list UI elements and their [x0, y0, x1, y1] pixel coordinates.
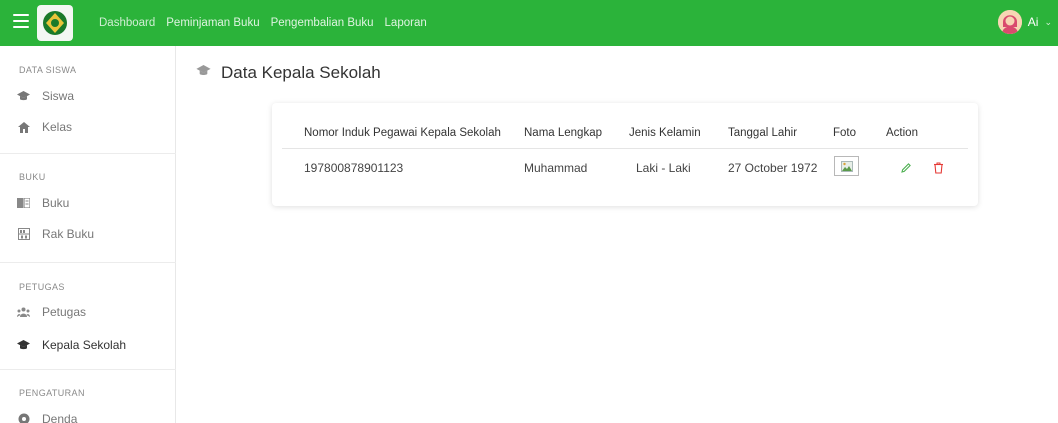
table-header: Nomor Induk Pegawai Kepala Sekolah Nama … [272, 103, 978, 148]
sidebar-item-label: Kepala Sekolah [42, 338, 127, 352]
nav-dashboard[interactable]: Dashboard [99, 17, 155, 29]
sidebar-item-label: Buku [42, 196, 70, 210]
trash-icon [933, 162, 943, 174]
sidebar-item-buku[interactable]: Buku [17, 196, 69, 210]
delete-button[interactable] [931, 161, 945, 175]
sidebar-divider [0, 153, 176, 154]
sidebar-section-pengaturan: PENGATURAN [19, 388, 85, 398]
sidebar-item-denda[interactable]: Denda [17, 412, 77, 423]
sidebar-section-data-siswa: DATA SISWA [19, 65, 77, 75]
graduation-cap-icon [17, 339, 30, 352]
user-menu[interactable]: Ai ⌄ [997, 10, 1052, 34]
sidebar-item-label: Siswa [42, 89, 75, 103]
main-nav: Dashboard Peminjaman Buku Pengembalian B… [99, 0, 427, 46]
page-title: Data Kepala Sekolah [196, 63, 381, 83]
cell-nama: Muhammad [524, 161, 588, 175]
column-header: Nama Lengkap [524, 127, 602, 139]
sidebar: DATA SISWA Siswa Kelas BUKU Buku Rak Buk… [0, 46, 176, 423]
edit-button[interactable] [899, 161, 913, 175]
nav-peminjaman-buku[interactable]: Peminjaman Buku [166, 17, 259, 29]
sidebar-item-label: Rak Buku [42, 227, 95, 241]
column-header: Tanggal Lahir [728, 127, 798, 139]
chevron-down-icon: ⌄ [1044, 16, 1052, 27]
pencil-icon [901, 163, 911, 173]
avatar [997, 10, 1022, 34]
sidebar-item-label: Kelas [42, 120, 73, 134]
menu-toggle-icon[interactable] [13, 14, 29, 30]
sidebar-item-kelas[interactable]: Kelas [17, 120, 72, 134]
home-icon [17, 121, 30, 134]
nav-laporan[interactable]: Laporan [385, 17, 427, 29]
sidebar-divider [0, 369, 176, 370]
column-header: Nomor Induk Pegawai Kepala Sekolah [304, 127, 501, 139]
sidebar-item-label: Denda [42, 412, 78, 423]
user-name: Ai [1027, 15, 1039, 29]
graduation-cap-icon [196, 64, 211, 82]
sidebar-item-siswa[interactable]: Siswa [17, 89, 74, 103]
page-title-text: Data Kepala Sekolah [221, 63, 381, 82]
table-row: 197800878901123 Muhammad Laki - Laki 27 … [282, 148, 968, 188]
column-header: Jenis Kelamin [629, 127, 701, 139]
sidebar-item-petugas[interactable]: Petugas [17, 305, 86, 319]
top-navbar: Dashboard Peminjaman Buku Pengembalian B… [0, 0, 1058, 46]
column-header: Foto [833, 127, 857, 139]
sidebar-section-buku: BUKU [19, 172, 46, 182]
graduation-cap-icon [17, 90, 30, 103]
cell-jenis-kelamin: Laki - Laki [636, 161, 691, 175]
book-icon [17, 197, 30, 210]
nav-pengembalian-buku[interactable]: Pengembalian Buku [271, 17, 374, 29]
data-table-card: Nomor Induk Pegawai Kepala Sekolah Nama … [272, 103, 978, 206]
sidebar-item-kepala-sekolah[interactable]: Kepala Sekolah [17, 338, 126, 352]
settings-icon [17, 413, 30, 423]
sidebar-section-petugas: PETUGAS [19, 282, 65, 292]
bookshelf-icon [17, 228, 30, 241]
column-header: Action [886, 127, 918, 139]
sidebar-item-rak-buku[interactable]: Rak Buku [17, 227, 94, 241]
sidebar-divider [0, 262, 176, 263]
sidebar-item-label: Petugas [42, 305, 87, 319]
cell-tanggal-lahir: 27 October 1972 [728, 161, 818, 175]
users-icon [17, 306, 30, 319]
broken-image-icon [834, 156, 859, 176]
app-logo[interactable] [37, 5, 73, 41]
cell-nip: 197800878901123 [304, 161, 404, 175]
